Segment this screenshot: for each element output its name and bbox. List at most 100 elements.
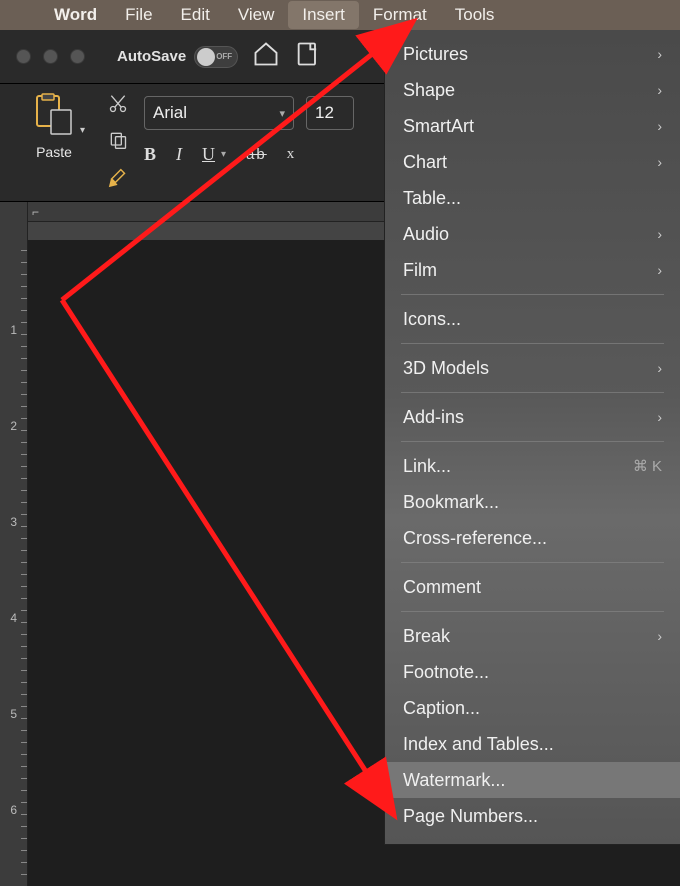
autosave-toggle[interactable]: AutoSave OFF <box>117 46 238 68</box>
menu-item-label: Pictures <box>403 44 468 65</box>
subscript-button[interactable]: x <box>287 146 295 163</box>
menu-tools[interactable]: Tools <box>441 1 509 29</box>
underline-button[interactable]: U <box>202 144 215 165</box>
menu-item-caption[interactable]: Caption... <box>385 690 680 726</box>
menu-separator <box>401 343 664 344</box>
chevron-right-icon: › <box>657 46 662 62</box>
menu-edit[interactable]: Edit <box>167 1 224 29</box>
menu-item-footnote[interactable]: Footnote... <box>385 654 680 690</box>
menu-item-break[interactable]: Break › <box>385 618 680 654</box>
ruler-marker-icon[interactable]: ⌐ <box>32 205 39 219</box>
autosave-label: AutoSave <box>117 48 186 65</box>
menu-item-shape[interactable]: Shape › <box>385 72 680 108</box>
menu-format[interactable]: Format <box>359 1 441 29</box>
chevron-right-icon: › <box>657 360 662 376</box>
ruler-label: 5 <box>10 707 17 721</box>
menu-item-label: Table... <box>403 188 461 209</box>
autosave-switch[interactable]: OFF <box>194 46 238 68</box>
menu-item-pictures[interactable]: Pictures › <box>385 36 680 72</box>
menu-item-page-numbers[interactable]: Page Numbers... <box>385 798 680 834</box>
close-dot[interactable] <box>16 49 31 64</box>
chevron-right-icon: › <box>657 154 662 170</box>
menu-shortcut: ⌘ K <box>633 457 662 475</box>
chevron-right-icon: › <box>657 409 662 425</box>
ruler-label: 1 <box>10 323 17 337</box>
font-family-select[interactable]: Arial ▾ <box>144 96 294 130</box>
cut-icon[interactable] <box>108 94 130 114</box>
chevron-right-icon: › <box>657 262 662 278</box>
paste-label: Paste <box>36 144 72 160</box>
strikethrough-button[interactable]: ab <box>246 146 267 163</box>
chevron-down-icon[interactable]: ▾ <box>221 149 226 160</box>
folder-icon[interactable] <box>294 40 322 73</box>
zoom-dot[interactable] <box>70 49 85 64</box>
menu-item-icons[interactable]: Icons... <box>385 301 680 337</box>
menu-separator <box>401 562 664 563</box>
font-size-select[interactable]: 12 <box>306 96 354 130</box>
menu-separator <box>401 392 664 393</box>
menu-item-label: Link... <box>403 456 451 477</box>
menu-item-label: Audio <box>403 224 449 245</box>
menu-item-label: Icons... <box>403 309 461 330</box>
paste-icon[interactable]: ▾ <box>31 92 77 138</box>
menu-item-smartart[interactable]: SmartArt › <box>385 108 680 144</box>
ruler-label: 6 <box>10 803 17 817</box>
menu-separator <box>401 611 664 612</box>
menu-item-label: Bookmark... <box>403 492 499 513</box>
menu-item-label: Watermark... <box>403 770 505 791</box>
menu-item-label: Break <box>403 626 450 647</box>
bold-button[interactable]: B <box>144 144 156 165</box>
mac-menubar[interactable]: Word File Edit View Insert Format Tools <box>0 0 680 30</box>
menu-item-link[interactable]: Link... ⌘ K <box>385 448 680 484</box>
copy-icon[interactable] <box>108 130 130 150</box>
menu-item-audio[interactable]: Audio › <box>385 216 680 252</box>
italic-button[interactable]: I <box>176 144 182 165</box>
menu-item-cross-reference[interactable]: Cross-reference... <box>385 520 680 556</box>
chevron-right-icon: › <box>657 82 662 98</box>
chevron-right-icon: › <box>657 118 662 134</box>
menu-item-label: Caption... <box>403 698 480 719</box>
menu-item-label: Comment <box>403 577 481 598</box>
menu-file[interactable]: File <box>111 1 166 29</box>
menu-item-bookmark[interactable]: Bookmark... <box>385 484 680 520</box>
menu-item-table[interactable]: Table... <box>385 180 680 216</box>
menu-item-label: Chart <box>403 152 447 173</box>
menu-item-label: Index and Tables... <box>403 734 554 755</box>
autosave-state: OFF <box>216 52 232 61</box>
menu-item-chart[interactable]: Chart › <box>385 144 680 180</box>
menu-item-label: Footnote... <box>403 662 489 683</box>
paste-group[interactable]: ▾ Paste <box>14 92 94 201</box>
chevron-right-icon: › <box>657 628 662 644</box>
menu-item-label: SmartArt <box>403 116 474 137</box>
chevron-down-icon[interactable]: ▾ <box>80 125 85 136</box>
minimize-dot[interactable] <box>43 49 58 64</box>
menu-item-label: 3D Models <box>403 358 489 379</box>
menu-item-watermark[interactable]: Watermark... <box>385 762 680 798</box>
ruler-label: 3 <box>10 515 17 529</box>
font-group: Arial ▾ 12 B I U ▾ ab x <box>144 92 354 201</box>
menu-separator <box>401 441 664 442</box>
menu-item-label: Page Numbers... <box>403 806 538 827</box>
menu-insert[interactable]: Insert <box>288 1 359 29</box>
menu-separator <box>401 294 664 295</box>
vertical-ruler[interactable]: 1 2 3 4 5 6 <box>0 202 28 886</box>
font-family-value: Arial <box>153 103 187 123</box>
menu-item-comment[interactable]: Comment <box>385 569 680 605</box>
menu-item-film[interactable]: Film› <box>385 252 680 288</box>
window-traffic-lights[interactable] <box>16 49 85 64</box>
chevron-down-icon: ▾ <box>279 107 285 120</box>
font-size-value: 12 <box>315 103 334 123</box>
format-painter-icon[interactable] <box>108 166 130 188</box>
menu-view[interactable]: View <box>224 1 289 29</box>
ruler-label: 4 <box>10 611 17 625</box>
insert-dropdown-menu[interactable]: Pictures › Shape › SmartArt › Chart › Table... Au… <box>384 30 680 845</box>
menu-item-label: Cross-reference... <box>403 528 547 549</box>
menu-item-label: Shape <box>403 80 455 101</box>
menu-item-index-and-tables[interactable]: Index and Tables... <box>385 726 680 762</box>
ruler-label: 2 <box>10 419 17 433</box>
chevron-right-icon: › <box>657 226 662 242</box>
app-menu-word[interactable]: Word <box>40 1 111 29</box>
home-icon[interactable] <box>252 40 280 73</box>
menu-item-3d-models[interactable]: 3D Models › <box>385 350 680 386</box>
menu-item-add-ins[interactable]: Add-ins› <box>385 399 680 435</box>
